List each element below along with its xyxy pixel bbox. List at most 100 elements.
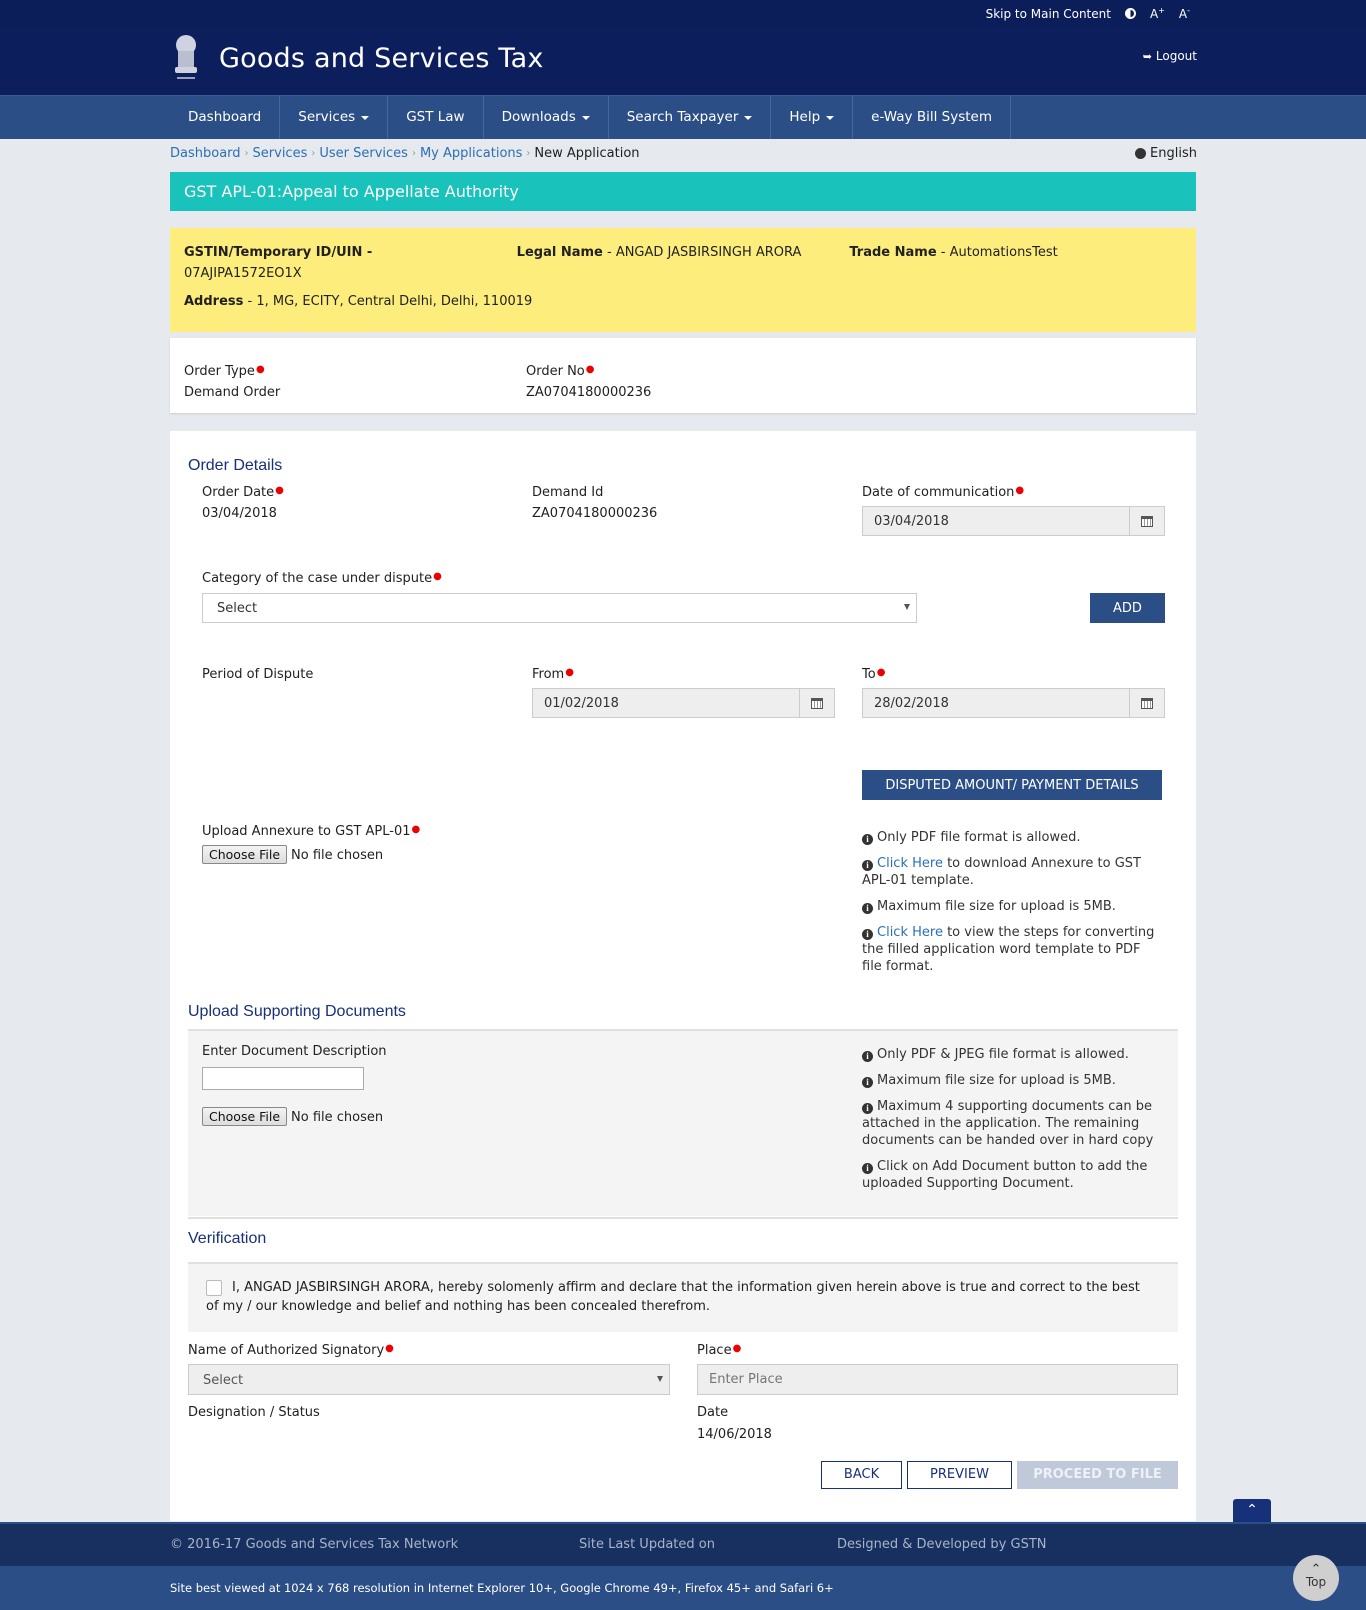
authorized-signatory-select[interactable]: Select: [188, 1364, 670, 1395]
to-date-value[interactable]: 28/02/2018: [863, 689, 1129, 717]
date-label: Date: [697, 1405, 729, 1420]
site-title[interactable]: Goods and Services Tax: [219, 43, 544, 74]
info-text: Click on Add Document button to add the …: [862, 1159, 1148, 1191]
place-label: Place: [697, 1343, 732, 1358]
skip-to-main-link[interactable]: Skip to Main Content: [986, 7, 1111, 21]
required-marker: ●: [433, 571, 442, 582]
nav-item-search-taxpayer[interactable]: Search Taxpayer: [609, 96, 772, 139]
designation-status-label: Designation / Status: [188, 1405, 320, 1420]
to-date-field[interactable]: 28/02/2018: [862, 688, 1165, 718]
annexure-info-list: i Only PDF file format is allowed. i Click…: [862, 829, 1162, 984]
globe-icon: [1135, 148, 1147, 159]
required-marker: ●: [732, 1343, 742, 1354]
date-of-communication-field[interactable]: 03/04/2018: [862, 506, 1165, 536]
nav-item-dashboard[interactable]: Dashboard: [170, 96, 281, 139]
category-select[interactable]: Select: [202, 593, 917, 623]
category-label: Category of the case under dispute: [202, 571, 433, 586]
calendar-button[interactable]: [799, 689, 834, 717]
info-text: Maximum 4 supporting documents can be at…: [862, 1099, 1154, 1148]
nav-item-label: Search Taxpayer: [626, 109, 739, 125]
no-file-chosen-label: No file chosen: [291, 848, 384, 863]
logout-icon: ➥: [1142, 49, 1152, 63]
info-icon: i: [862, 903, 873, 914]
info-icon: i: [862, 1051, 873, 1062]
info-icon: i: [862, 1103, 873, 1114]
order-type-value: Demand Order: [184, 385, 281, 400]
top-label: Top: [1305, 1575, 1327, 1589]
annexure-file-input[interactable]: Choose File No file chosen: [202, 845, 383, 864]
trade-name-label: Trade Name: [849, 245, 937, 260]
breadcrumb-separator: ›: [244, 148, 249, 159]
order-date-value: 03/04/2018: [202, 506, 277, 521]
breadcrumb-current: New Application: [534, 146, 640, 161]
supporting-documents-panel: Enter Document Description Choose File No…: [188, 1029, 1178, 1216]
back-to-top-button[interactable]: ⌃ Top: [1293, 1555, 1339, 1601]
scroll-up-tab[interactable]: ⌃: [1233, 1499, 1271, 1523]
calendar-button[interactable]: [1129, 507, 1164, 535]
footer-last-updated: Site Last Updated on: [579, 1537, 715, 1552]
required-marker: ●: [585, 364, 595, 375]
proceed-to-file-button[interactable]: PROCEED TO FILE: [1017, 1461, 1178, 1489]
back-button[interactable]: BACK: [821, 1461, 902, 1489]
footer-developed-by: Designed & Developed by GSTN: [837, 1537, 1047, 1552]
nav-item-label: GST Law: [406, 109, 465, 125]
preview-button[interactable]: PREVIEW: [907, 1461, 1012, 1489]
document-description-input[interactable]: [202, 1067, 364, 1090]
nav-item-downloads[interactable]: Downloads: [484, 96, 609, 139]
order-details-heading: Order Details: [188, 457, 283, 474]
required-marker: ●: [876, 667, 886, 678]
nav-item-gst-law[interactable]: GST Law: [388, 96, 484, 139]
demand-id-value: ZA0704180000236: [532, 506, 658, 521]
conversion-steps-link[interactable]: Click Here: [877, 925, 943, 940]
legal-name-value: - ANGAD JASBIRSINGH ARORA: [602, 245, 802, 260]
logout-button[interactable]: ➥ Logout: [1143, 49, 1197, 63]
upload-supporting-documents-heading: Upload Supporting Documents: [188, 1003, 406, 1020]
choose-file-button[interactable]: Choose File: [202, 1107, 288, 1126]
national-emblem-icon: [175, 35, 197, 79]
required-marker: ●: [255, 364, 265, 375]
date-of-communication-value[interactable]: 03/04/2018: [863, 507, 1129, 535]
from-date-value[interactable]: 01/02/2018: [533, 689, 799, 717]
declaration-text: I, ANGAD JASBIRSINGH ARORA, hereby solom…: [206, 1280, 1140, 1314]
choose-file-button[interactable]: Choose File: [202, 845, 288, 864]
download-annexure-template-link[interactable]: Click Here: [877, 856, 943, 871]
appeal-form: Order Details Order Date● 03/04/2018 Dem…: [170, 431, 1196, 1521]
breadcrumb-dashboard[interactable]: Dashboard: [170, 146, 241, 161]
nav-item-e-way-bill-system[interactable]: e-Way Bill System: [853, 96, 1011, 139]
breadcrumb-services[interactable]: Services: [253, 146, 308, 161]
font-decrease-button[interactable]: A-: [1179, 6, 1190, 21]
font-increase-button[interactable]: A+: [1150, 6, 1165, 21]
chevron-down-icon: [657, 1376, 663, 1382]
date-value: 14/06/2018: [697, 1427, 772, 1442]
from-date-field[interactable]: 01/02/2018: [532, 688, 835, 718]
calendar-button[interactable]: [1129, 689, 1164, 717]
contrast-toggle-icon[interactable]: [1124, 8, 1136, 19]
language-label: English: [1150, 146, 1197, 161]
legal-name-label: Legal Name: [516, 245, 603, 260]
nav-item-help[interactable]: Help: [771, 96, 854, 139]
required-marker: ●: [275, 485, 284, 496]
address-value: - 1, MG, ECITY, Central Delhi, Delhi, 11…: [243, 294, 533, 309]
nav-item-services[interactable]: Services: [280, 96, 389, 139]
info-text: Only PDF & JPEG file format is allowed.: [877, 1047, 1129, 1062]
caret-down-icon: [826, 115, 835, 120]
demand-id-label: Demand Id: [532, 485, 604, 500]
language-selector[interactable]: English: [1135, 146, 1197, 161]
breadcrumb-user-services[interactable]: User Services: [319, 146, 408, 161]
chevron-down-icon: [904, 604, 910, 610]
supporting-file-input[interactable]: Choose File No file chosen: [202, 1107, 383, 1126]
disputed-amount-payment-details-button[interactable]: DISPUTED AMOUNT/ PAYMENT DETAILS: [862, 770, 1162, 800]
breadcrumb-separator: ›: [411, 148, 416, 159]
add-category-button[interactable]: ADD: [1090, 593, 1165, 623]
divider: [188, 1217, 1178, 1219]
place-input[interactable]: [697, 1364, 1178, 1395]
verification-heading: Verification: [188, 1230, 267, 1247]
info-icon: i: [862, 860, 873, 871]
authorized-signatory-label: Name of Authorized Signatory: [188, 1343, 385, 1358]
info-icon: i: [862, 1077, 873, 1088]
address-label: Address: [184, 294, 244, 309]
info-item: i Click Here to view the steps for conver…: [862, 924, 1162, 975]
breadcrumb-separator: ›: [311, 148, 316, 159]
breadcrumb-my-applications[interactable]: My Applications: [420, 146, 522, 161]
date-of-communication-label: Date of communication: [862, 485, 1015, 500]
